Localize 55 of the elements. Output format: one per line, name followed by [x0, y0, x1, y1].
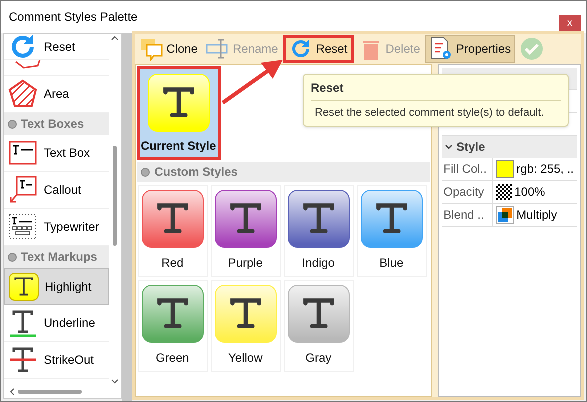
strikeout-icon — [8, 345, 38, 375]
scroll-up-icon[interactable] — [111, 36, 120, 41]
toolbar-button[interactable]: Clone — [136, 35, 201, 63]
style-label: Blue — [380, 255, 404, 272]
property-name: Blend .. — [442, 204, 493, 226]
sidebar-item[interactable]: Highlight — [4, 268, 110, 305]
style-label: Yellow — [228, 350, 263, 367]
property-value: rgb: 255, .. — [516, 161, 574, 178]
chevron-icon — [444, 143, 453, 151]
style-tile[interactable]: Gray — [284, 280, 354, 372]
style-tile[interactable]: Yellow — [210, 280, 281, 372]
section-title: Text Markups — [21, 249, 98, 266]
style-tile[interactable]: Green — [138, 280, 208, 372]
scrollbar-thumb[interactable] — [113, 146, 118, 246]
highlight-icon — [9, 272, 39, 300]
scrollbar-thumb[interactable] — [18, 390, 82, 394]
property-name: Fill Col.. — [442, 158, 493, 180]
style-label: Red — [162, 255, 184, 272]
style-tile[interactable]: Red — [138, 185, 208, 277]
section-title: Custom Styles — [154, 164, 238, 181]
toolbar-button[interactable]: Reset — [283, 35, 354, 63]
style-tile[interactable]: Purple — [210, 185, 281, 277]
callout-icon — [8, 175, 38, 205]
style-label: Green — [156, 350, 190, 367]
property-value: 100% — [514, 184, 546, 201]
close-button[interactable]: x — [559, 14, 581, 32]
underline-icon — [8, 308, 38, 338]
section-header[interactable]: Style — [442, 136, 577, 158]
window-title: Comment Styles Palette — [9, 9, 138, 26]
properties-icon — [429, 37, 454, 61]
style-label: Gray — [306, 350, 332, 367]
style-tile[interactable]: Blue — [356, 185, 427, 277]
clone-icon — [140, 37, 164, 61]
style-label: Current Style — [140, 138, 216, 155]
bullet-icon — [8, 120, 17, 128]
property-name: Opacity — [442, 181, 493, 203]
area-icon — [8, 79, 38, 109]
tooltip-text: Reset the selected comment style(s) to default. — [314, 106, 546, 121]
rename-icon — [206, 37, 230, 61]
sidebar-item[interactable]: Reset — [4, 34, 110, 60]
check-icon — [520, 37, 544, 61]
style-label: Purple — [228, 255, 263, 272]
bullet-icon — [8, 252, 17, 262]
bullet-icon — [140, 168, 150, 176]
blend-icon — [496, 206, 514, 224]
style-tile[interactable]: Indigo — [284, 185, 354, 277]
scroll-down-icon[interactable] — [111, 379, 120, 384]
section-title: Text Boxes — [21, 116, 84, 133]
toolbar-button[interactable]: Properties — [425, 35, 516, 63]
checker-icon — [496, 184, 512, 200]
tooltip-title: Reset — [311, 79, 561, 101]
property-value: Multiply — [516, 207, 558, 224]
scroll-left-icon[interactable] — [10, 388, 15, 396]
style-tile[interactable]: Current Style — [136, 66, 221, 160]
style-label: Indigo — [302, 255, 335, 272]
